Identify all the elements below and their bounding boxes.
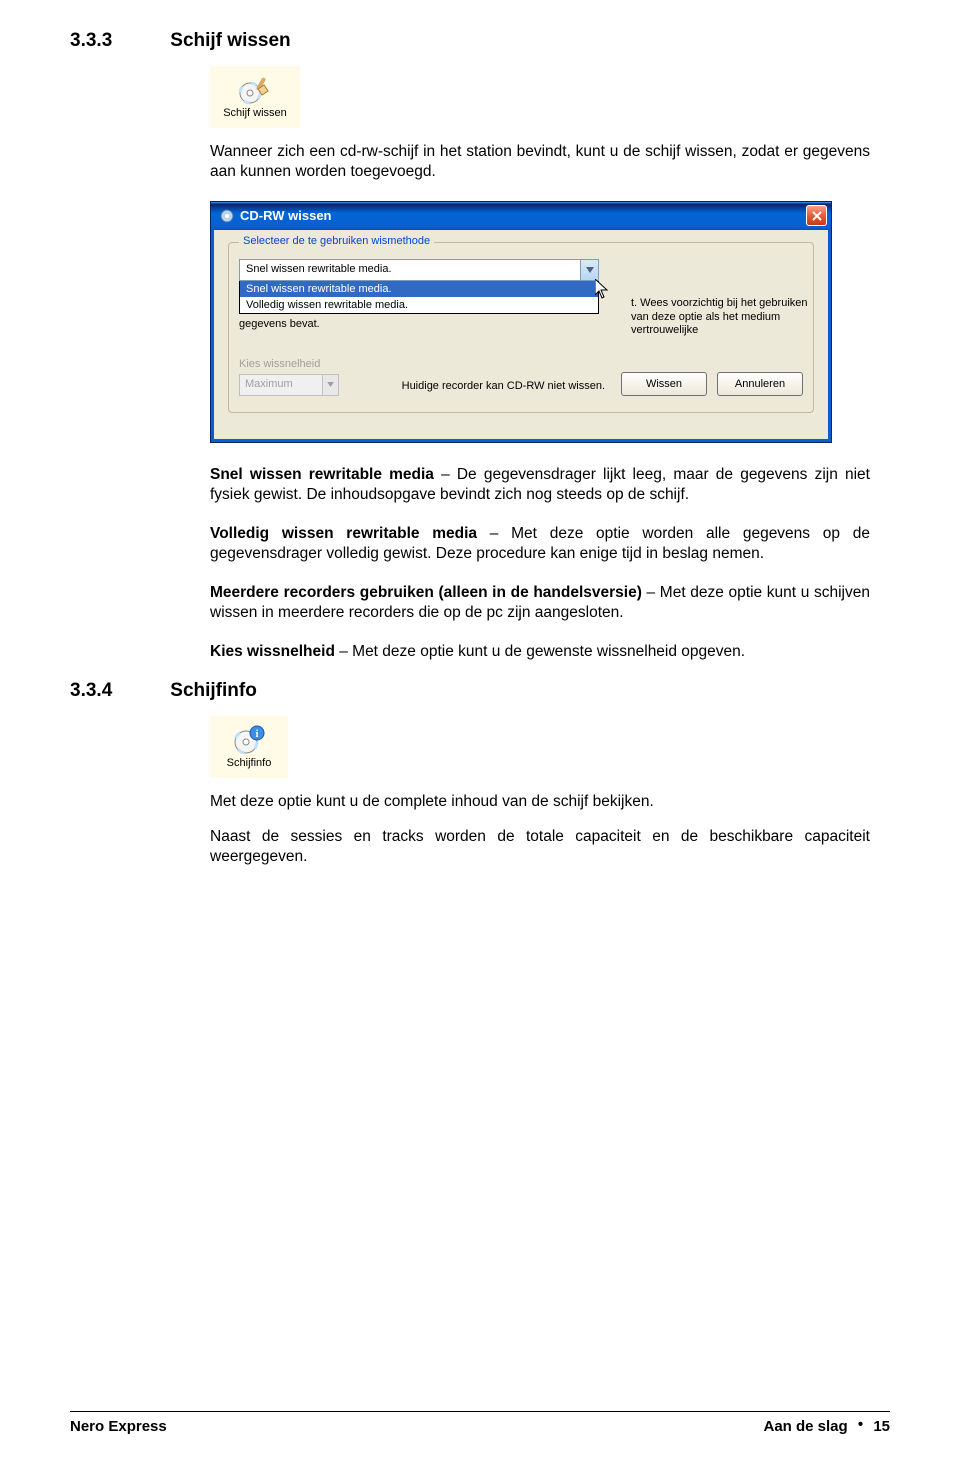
icon-schijfinfo: i Schijfinfo <box>210 716 288 778</box>
disc-info-icon: i <box>233 725 265 755</box>
combo-item[interactable]: Volledig wissen rewritable media. <box>240 297 598 313</box>
combo-item[interactable]: Snel wissen rewritable media. <box>240 281 598 297</box>
heading-title: Schijfinfo <box>170 680 257 701</box>
heading-number: 3.3.3 <box>70 30 165 52</box>
para-meerdere-label: Meerdere recorders gebruiken (alleen in … <box>210 584 642 601</box>
para-volledig-label: Volledig wissen rewritable media <box>210 525 477 542</box>
footer-page: 15 <box>873 1418 890 1435</box>
recorder-note: Huidige recorder kan CD-RW niet wissen. <box>349 380 611 396</box>
heading-334: 3.3.4 Schijfinfo <box>70 680 890 702</box>
chevron-down-icon <box>322 375 338 395</box>
para-kies-label: Kies wissnelheid <box>210 643 335 660</box>
heading-333: 3.3.3 Schijf wissen <box>70 30 890 52</box>
icon-wissen: Schijf wissen <box>210 66 300 128</box>
groupbox-legend: Selecteer de te gebruiken wismethode <box>239 235 434 247</box>
para-kies: Kies wissnelheid – Met deze optie kunt u… <box>210 642 870 662</box>
svg-text:i: i <box>256 729 259 740</box>
para-snel-label: Snel wissen rewritable media <box>210 466 434 483</box>
page-footer: Nero Express Aan de slag • 15 <box>70 1411 890 1435</box>
annuleren-button[interactable]: Annuleren <box>717 372 803 396</box>
cursor-icon <box>595 279 609 299</box>
disc-brush-icon <box>238 75 272 105</box>
para-meerdere: Meerdere recorders gebruiken (alleen in … <box>210 583 870 624</box>
close-icon <box>812 211 822 221</box>
icon-label: Schijfinfo <box>227 757 272 769</box>
heading-title: Schijf wissen <box>170 30 290 51</box>
intro-333: Wanneer zich een cd-rw-schijf in het sta… <box>210 142 870 183</box>
heading-number: 3.3.4 <box>70 680 165 702</box>
dialog-cdrw-wissen: CD-RW wissen Selecteer de te gebruiken w… <box>210 201 832 443</box>
icon-label: Schijf wissen <box>223 107 287 119</box>
footer-bullet: • <box>858 1416 863 1433</box>
intro-334: Met deze optie kunt u de complete inhoud… <box>210 792 870 812</box>
wissen-button[interactable]: Wissen <box>621 372 707 396</box>
naast-334: Naast de sessies en tracks worden de tot… <box>210 827 870 868</box>
combo-value: Snel wissen rewritable media. <box>240 260 580 280</box>
method-combo[interactable]: Snel wissen rewritable media. <box>239 259 599 281</box>
kies-label: Kies wissnelheid <box>239 358 339 370</box>
para-snel: Snel wissen rewritable media – De gegeve… <box>210 465 870 506</box>
window-icon <box>219 208 235 224</box>
para-volledig: Volledig wissen rewritable media – Met d… <box>210 524 870 565</box>
hint-text: t. Wees voorzichtig bij het gebruiken va… <box>631 297 811 338</box>
dialog-title: CD-RW wissen <box>240 208 332 223</box>
chevron-down-icon <box>580 260 598 280</box>
footer-right: Aan de slag • 15 <box>764 1418 891 1435</box>
close-button[interactable] <box>806 205 827 226</box>
footer-section: Aan de slag <box>764 1418 848 1435</box>
footer-left: Nero Express <box>70 1418 167 1435</box>
speed-value: Maximum <box>240 375 322 395</box>
titlebar: CD-RW wissen <box>211 202 831 230</box>
combo-dropdown: Snel wissen rewritable media. Volledig w… <box>239 281 599 314</box>
groupbox-method: Selecteer de te gebruiken wismethode Sne… <box>228 242 814 413</box>
para-kies-text: – Met deze optie kunt u de gewenste wiss… <box>335 643 745 660</box>
speed-combo: Maximum <box>239 374 339 396</box>
